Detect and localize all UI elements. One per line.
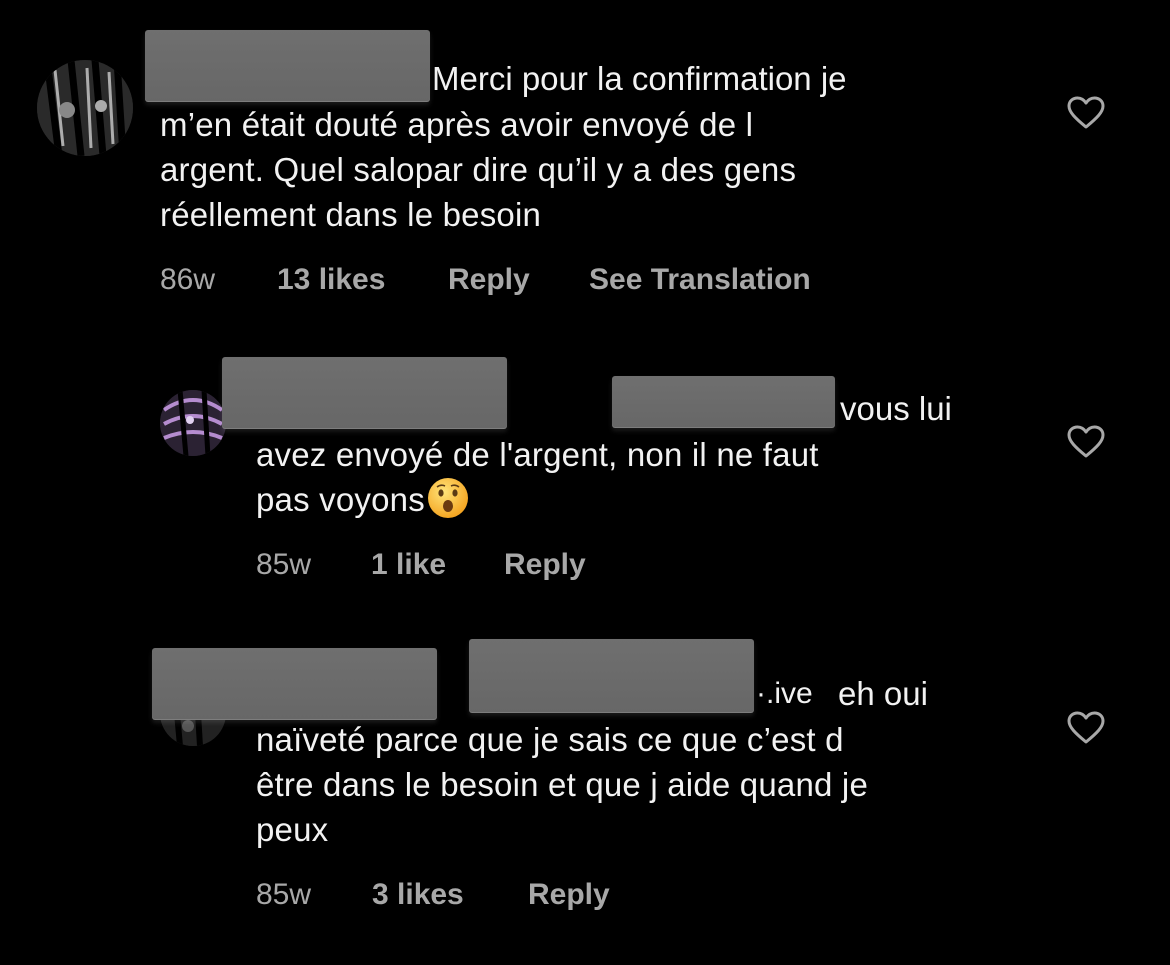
comment-3: ·.ive eh oui naïveté parce que je sais c… xyxy=(0,0,1170,965)
redacted-mention xyxy=(469,639,754,713)
timestamp: 85w xyxy=(256,878,312,911)
likes-count[interactable]: 3 likes xyxy=(372,877,464,913)
heart-icon[interactable] xyxy=(1067,711,1105,745)
comment-line: peux xyxy=(256,811,329,848)
comment-line: être dans le besoin et que j aide quand … xyxy=(256,766,869,803)
comment-line: naïveté parce que je sais ce que c’est d xyxy=(256,721,844,758)
comment-text-lead-fragment: ·.ive xyxy=(756,677,813,710)
comment-text-lead: eh oui xyxy=(838,675,928,712)
comment-text: naïveté parce que je sais ce que c’est d… xyxy=(256,717,868,852)
reply-button[interactable]: Reply xyxy=(528,877,610,913)
redacted-username xyxy=(152,648,437,720)
